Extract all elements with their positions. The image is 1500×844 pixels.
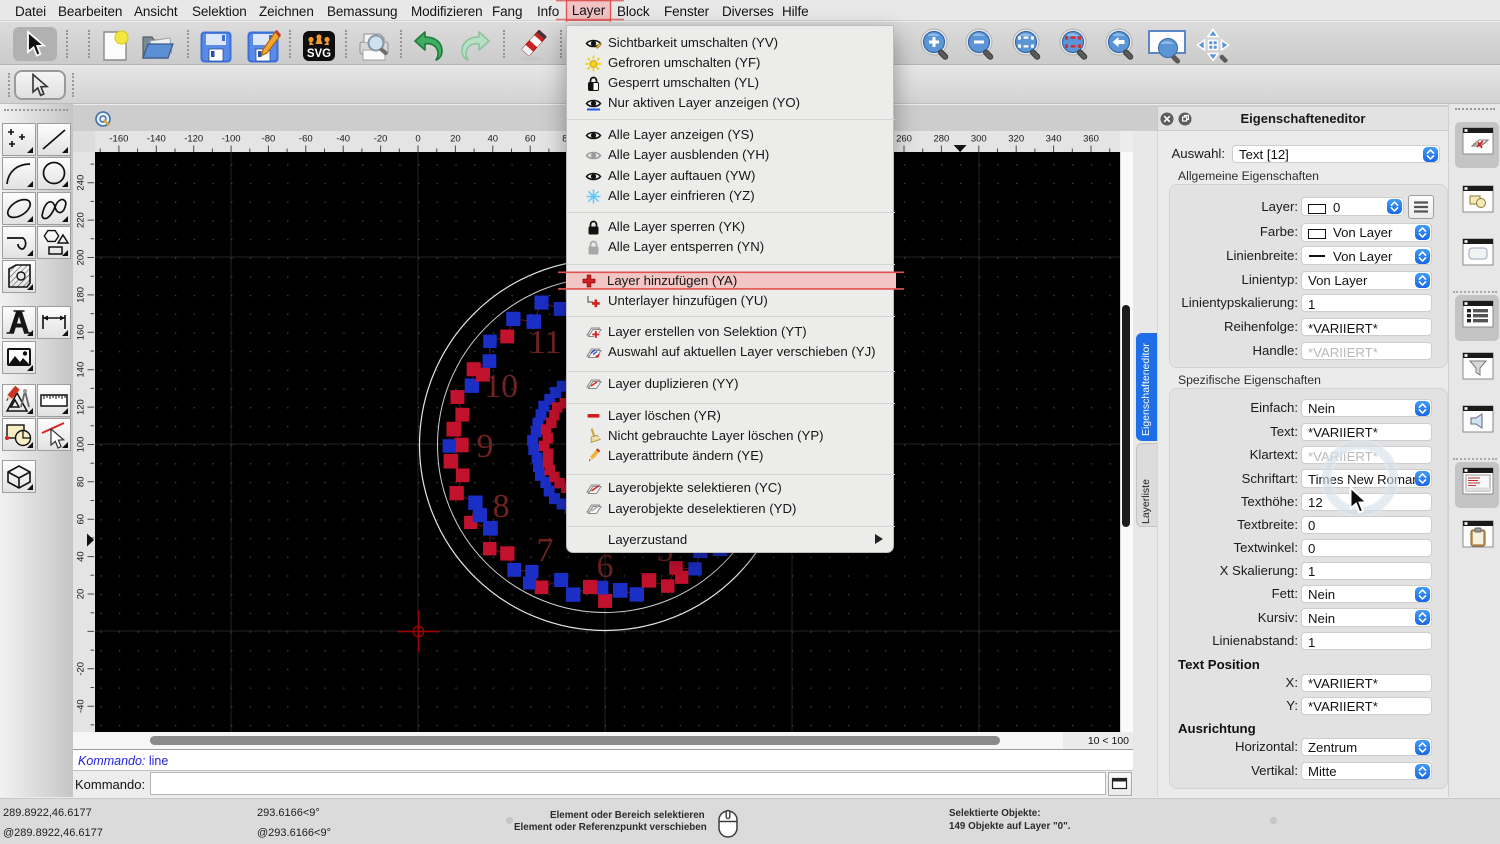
svg-text:60: 60 (525, 134, 536, 145)
svg-text:280: 280 (933, 134, 949, 145)
svg-text:11: 11 (529, 324, 562, 361)
svg-text:-60: -60 (299, 134, 313, 145)
svg-text:40: 40 (76, 551, 87, 562)
svg-text:200: 200 (76, 250, 87, 266)
svg-text:60: 60 (76, 514, 87, 525)
svg-text:360: 360 (1083, 134, 1099, 145)
svg-text:-20: -20 (374, 134, 388, 145)
svg-text:140: 140 (76, 362, 87, 378)
svg-text:120: 120 (76, 399, 87, 415)
svg-text:SVG: SVG (307, 48, 331, 60)
svg-text:-80: -80 (262, 134, 276, 145)
svg-text:8: 8 (493, 488, 510, 525)
svg-text:-20: -20 (76, 662, 87, 676)
svg-text:320: 320 (1008, 134, 1024, 145)
svg-text:9: 9 (477, 428, 494, 465)
svg-text:100: 100 (76, 437, 87, 453)
svg-text:0: 0 (415, 134, 420, 145)
svg-text:20: 20 (76, 589, 87, 600)
svg-text:-140: -140 (147, 134, 166, 145)
svg-text:10: 10 (484, 368, 518, 405)
svg-text:260: 260 (896, 134, 912, 145)
svg-text:-40: -40 (76, 699, 87, 713)
svg-text:160: 160 (76, 324, 87, 340)
svg-text:-40: -40 (336, 134, 350, 145)
svg-text:340: 340 (1046, 134, 1062, 145)
svg-text:40: 40 (488, 134, 499, 145)
svg-text:20: 20 (450, 134, 461, 145)
svg-text:6: 6 (597, 548, 614, 585)
svg-text:240: 240 (76, 175, 87, 191)
svg-text:80: 80 (76, 477, 87, 488)
svg-text:300: 300 (971, 134, 987, 145)
svg-text:180: 180 (76, 287, 87, 303)
svg-text:-120: -120 (184, 134, 203, 145)
svg-text:220: 220 (76, 212, 87, 228)
svg-text:7: 7 (537, 532, 554, 569)
svg-text:-100: -100 (222, 134, 241, 145)
svg-text:-160: -160 (109, 134, 128, 145)
